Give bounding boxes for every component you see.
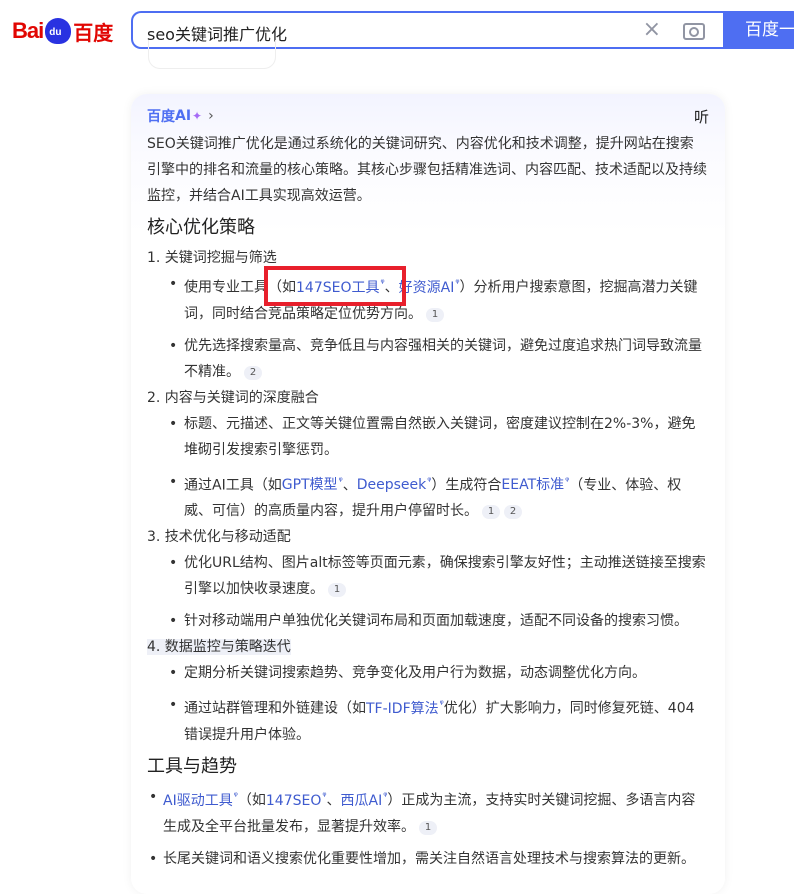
link-147seo[interactable]: 147SEO	[266, 793, 327, 809]
link-xigua-ai[interactable]: 西瓜AI	[341, 793, 388, 809]
list-item: AI驱动工具（如147SEO、西瓜AI）正成为主流，支持实时关键词挖掘、多语言内…	[147, 784, 707, 840]
citation-badge[interactable]: 1	[328, 583, 346, 598]
ai-header[interactable]: 百度 AI ✦ ›	[147, 106, 214, 126]
section-title: 3. 技术优化与移动适配	[147, 529, 291, 546]
citation-badge[interactable]: 1	[426, 307, 444, 322]
list-item: 标题、元描述、正文等关键位置需自然嵌入关键词，密度建议控制在2%-3%，避免堆砌…	[147, 411, 707, 463]
list-item: 定期分析关键词搜索趋势、竞争变化及用户行为数据，动态调整优化方向。	[147, 660, 707, 686]
citation-badge[interactable]: 1	[482, 505, 500, 520]
highlight-box	[264, 266, 406, 306]
logo-bai: Bai	[12, 18, 44, 43]
link-ai-tools[interactable]: AI驱动工具	[163, 793, 238, 809]
ai-brand-suffix: AI	[175, 108, 192, 124]
section-title: 2. 内容与关键词的深度融合	[147, 389, 319, 406]
link-eeat-standard[interactable]: EEAT标准	[501, 477, 569, 493]
list-item: 优化URL结构、图片alt标签等页面元素，确保搜索引擎友好性；主动推送链接至搜索…	[147, 550, 707, 602]
section-title: 1. 关键词挖掘与筛选	[147, 250, 277, 266]
citation-badge[interactable]: 1	[419, 820, 437, 835]
baidu-logo[interactable]: Bai du 百度	[12, 14, 113, 48]
link-haoziyuan-ai[interactable]: 好资源AI	[399, 280, 460, 296]
list-item: 使用专业工具（如147SEO工具、好资源AI）分析用户搜索意图，挖掘高潜力关键词…	[147, 271, 707, 327]
link-tf-idf[interactable]: TF-IDF算法	[366, 701, 444, 717]
ai-answer-content: SEO关键词推广优化是通过系统化的关键词研究、内容优化和技术调整，提升网站在搜索…	[147, 131, 707, 872]
chevron-right-icon: ›	[208, 108, 214, 124]
listen-button[interactable]: 听	[694, 106, 709, 127]
list-item: 通过站群管理和外链建设（如TF-IDF算法优化）扩大影响力，同时修复死链、404…	[147, 692, 707, 748]
close-icon[interactable]: ×	[643, 17, 661, 42]
link-gpt-model[interactable]: GPT模型	[282, 477, 343, 493]
previous-card-edge	[148, 40, 276, 69]
list-item: 优先选择搜索量高、竞争低且与内容强相关的关键词，避免过度追求热门词导致流量不精准…	[147, 333, 707, 385]
link-deepseek[interactable]: Deepseek	[357, 477, 432, 493]
sparkle-icon: ✦	[192, 109, 203, 123]
search-button[interactable]: 百度一下	[723, 11, 794, 78]
heading-core-strategy: 核心优化策略	[147, 217, 255, 238]
top-bar: Bai du 百度 seo关键词推广优化 × 百度一下	[0, 0, 794, 78]
intro-paragraph: SEO关键词推广优化是通过系统化的关键词研究、内容优化和技术调整，提升网站在搜索…	[147, 136, 707, 204]
section-title: 4. 数据监控与策略迭代	[147, 639, 291, 656]
ai-brand: 百度	[147, 109, 175, 125]
camera-icon[interactable]	[683, 23, 705, 40]
citation-badge[interactable]: 2	[244, 365, 262, 380]
citation-badge[interactable]: 2	[504, 505, 522, 520]
list-item: 长尾关键词和语义搜索优化重要性增加，需关注自然语言处理技术与搜索算法的更新。	[147, 846, 707, 872]
list-item: 通过AI工具（如GPT模型、Deepseek）生成符合EEAT标准（专业、体验、…	[147, 469, 707, 525]
logo-cn: 百度	[73, 20, 114, 45]
list-item: 针对移动端用户单独优化关键词布局和页面加载速度，适配不同设备的搜索习惯。	[147, 608, 707, 634]
logo-du: du	[49, 27, 62, 38]
heading-tools-trends: 工具与趋势	[147, 755, 237, 777]
paw-icon: du	[45, 18, 72, 44]
